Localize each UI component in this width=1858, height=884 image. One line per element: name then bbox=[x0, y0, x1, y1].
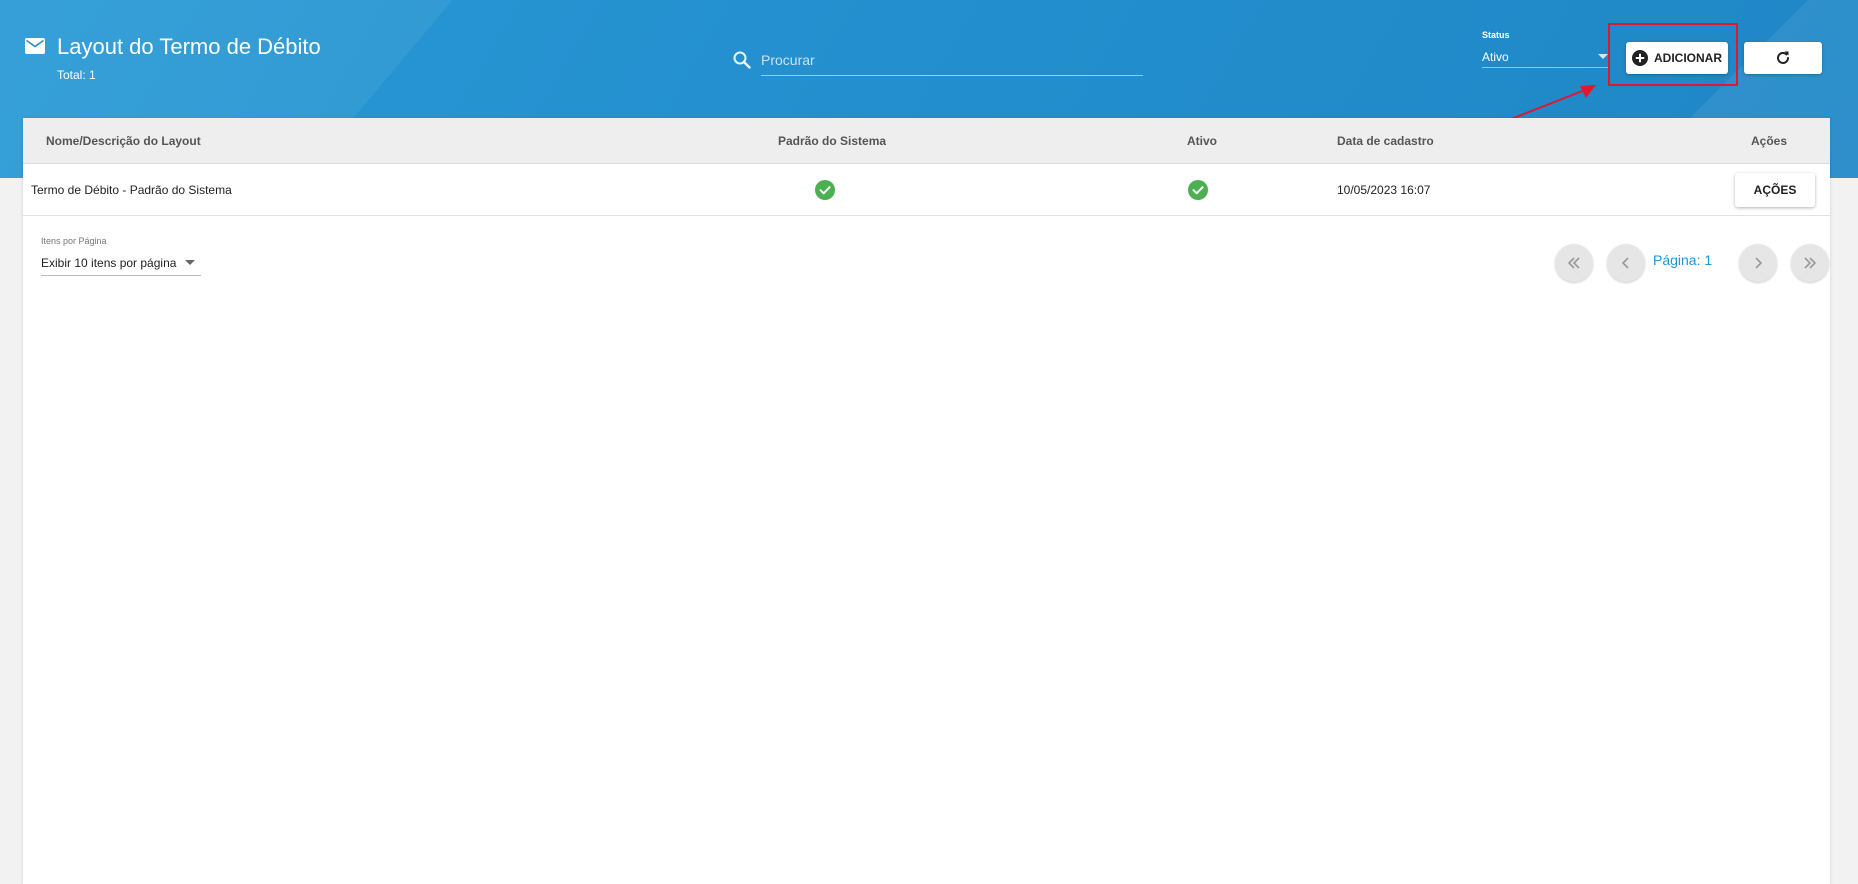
next-page-button[interactable] bbox=[1739, 244, 1777, 282]
status-label: Status bbox=[1482, 30, 1510, 40]
search-input[interactable] bbox=[761, 44, 1143, 76]
page-title: Layout do Termo de Débito bbox=[57, 34, 321, 59]
refresh-icon bbox=[1777, 51, 1789, 64]
check-circle-icon bbox=[1188, 180, 1208, 200]
chevron-down-icon bbox=[1598, 54, 1608, 59]
first-page-button[interactable] bbox=[1555, 244, 1593, 282]
items-per-page[interactable]: Itens por Página Exibir 10 itens por pág… bbox=[41, 236, 201, 276]
check-circle-icon bbox=[815, 180, 835, 200]
total-count: Total: 1 bbox=[57, 68, 96, 82]
title-group: Layout do Termo de Débito bbox=[25, 32, 321, 62]
annotation-highlight bbox=[1608, 23, 1738, 86]
page-indicator: Página: 1 bbox=[1653, 252, 1713, 268]
chevron-right-icon bbox=[1755, 257, 1763, 269]
table-row[interactable]: Termo de Débito - Padrão do Sistema 10/0… bbox=[23, 164, 1830, 216]
items-per-page-value: Exibir 10 itens por página bbox=[41, 255, 177, 270]
row-created-date: 10/05/2023 16:07 bbox=[1337, 183, 1431, 197]
last-page-button[interactable] bbox=[1791, 244, 1829, 282]
table-header: Nome/Descrição do Layout Padrão do Siste… bbox=[23, 118, 1830, 164]
double-chevron-left-icon bbox=[1567, 257, 1580, 269]
content-panel: Nome/Descrição do Layout Padrão do Siste… bbox=[23, 118, 1830, 884]
column-header-system-default[interactable]: Padrão do Sistema bbox=[778, 118, 886, 164]
double-chevron-right-icon bbox=[1804, 257, 1817, 269]
chevron-left-icon bbox=[1621, 257, 1629, 269]
search-bar bbox=[733, 44, 1143, 76]
status-filter[interactable]: Status Ativo bbox=[1482, 30, 1610, 68]
column-header-actions: Ações bbox=[1751, 134, 1788, 148]
previous-page-button[interactable] bbox=[1607, 244, 1645, 282]
status-value: Ativo bbox=[1482, 49, 1509, 64]
column-header-active[interactable]: Ativo bbox=[1187, 118, 1217, 164]
items-per-page-select[interactable]: Exibir 10 itens por página bbox=[41, 250, 201, 276]
column-header-created[interactable]: Data de cadastro bbox=[1337, 118, 1434, 164]
row-name: Termo de Débito - Padrão do Sistema bbox=[31, 183, 232, 197]
items-per-page-label: Itens por Página bbox=[41, 236, 107, 246]
refresh-button[interactable] bbox=[1744, 42, 1822, 74]
status-select[interactable]: Ativo bbox=[1482, 46, 1610, 68]
chevron-down-icon bbox=[185, 260, 195, 265]
column-header-name[interactable]: Nome/Descrição do Layout bbox=[46, 118, 201, 164]
actions-button[interactable]: AÇÕES bbox=[1735, 173, 1815, 207]
search-icon bbox=[733, 51, 751, 69]
mail-icon bbox=[25, 38, 45, 54]
